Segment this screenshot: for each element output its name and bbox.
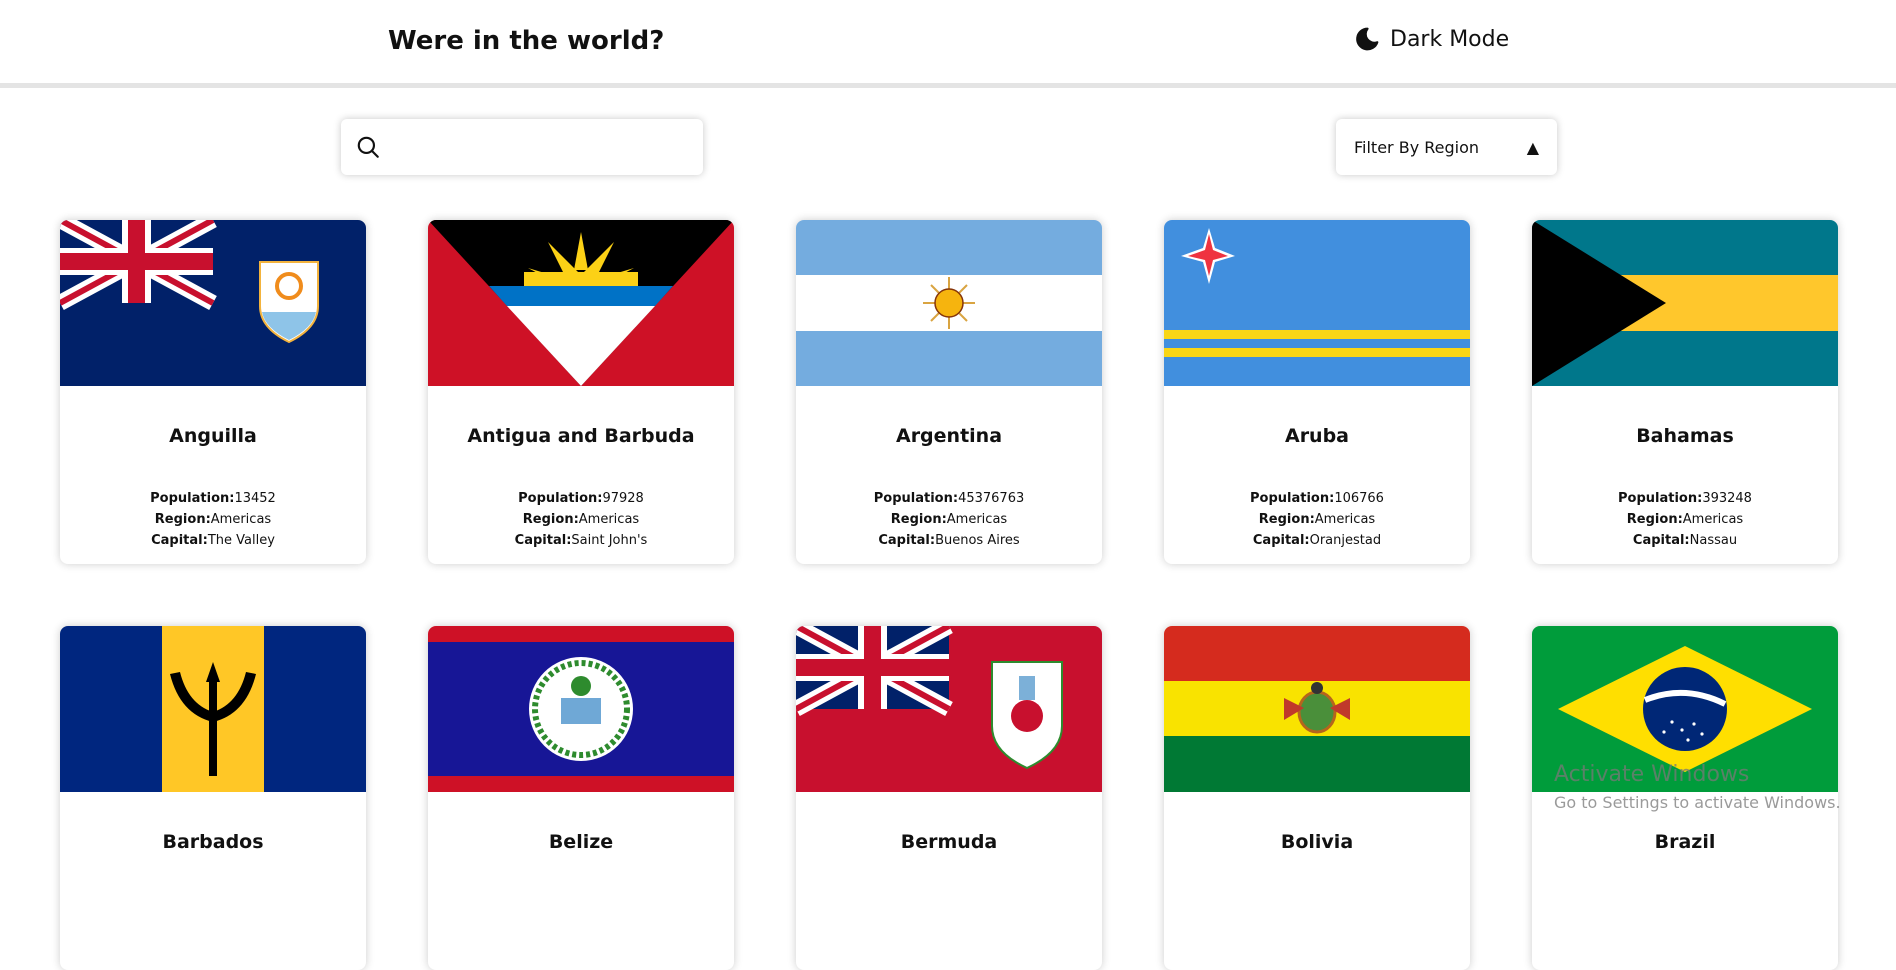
capital-value: Oranjestad bbox=[1309, 533, 1382, 548]
population-label: Population: bbox=[1618, 491, 1703, 506]
country-info: Population:97928 Region:Americas Capital… bbox=[428, 488, 734, 551]
population-label: Population: bbox=[150, 491, 235, 506]
region-value: Americas bbox=[210, 512, 272, 527]
population-value: 106766 bbox=[1334, 491, 1384, 506]
antigua-and-barbuda-flag-icon bbox=[428, 220, 734, 386]
country-name: Aruba bbox=[1284, 425, 1350, 447]
moon-icon bbox=[1356, 27, 1379, 51]
country-name: Anguilla bbox=[169, 425, 257, 447]
country-info: Population:45376763 Region:Americas Capi… bbox=[796, 488, 1102, 551]
country-card-bermuda[interactable]: Bermuda bbox=[796, 626, 1102, 970]
app-header: Were in the world? Dark Mode bbox=[0, 0, 1896, 88]
country-name: Bahamas bbox=[1636, 425, 1734, 447]
country-name: Brazil bbox=[1654, 831, 1716, 853]
capital-label: Capital: bbox=[514, 533, 572, 548]
bahamas-flag-icon bbox=[1532, 220, 1838, 386]
population-label: Population: bbox=[1250, 491, 1335, 506]
country-card-brazil[interactable]: Brazil bbox=[1532, 626, 1838, 970]
page-title: Were in the world? bbox=[388, 26, 665, 56]
capital-value: The Valley bbox=[207, 533, 275, 548]
country-card-bolivia[interactable]: Bolivia bbox=[1164, 626, 1470, 970]
region-label: Region: bbox=[890, 512, 947, 527]
population-value: 45376763 bbox=[958, 491, 1025, 506]
capital-value: Saint John's bbox=[571, 533, 648, 548]
region-label: Region: bbox=[1626, 512, 1683, 527]
region-value: Americas bbox=[578, 512, 640, 527]
barbados-flag-icon bbox=[60, 626, 366, 792]
population-value: 13452 bbox=[234, 491, 276, 506]
country-name: Argentina bbox=[895, 425, 1003, 447]
bermuda-flag-icon bbox=[796, 626, 1102, 792]
country-card-bahamas[interactable]: Bahamas Population:393248 Region:America… bbox=[1532, 220, 1838, 564]
bolivia-flag-icon bbox=[1164, 626, 1470, 792]
region-value: Americas bbox=[946, 512, 1008, 527]
search-input[interactable] bbox=[391, 119, 703, 175]
population-label: Population: bbox=[518, 491, 603, 506]
region-filter-dropdown[interactable]: Filter By Region ▲ bbox=[1336, 119, 1557, 175]
country-card-antigua-and-barbuda[interactable]: Antigua and Barbuda Population:97928 Reg… bbox=[428, 220, 734, 564]
region-label: Region: bbox=[1258, 512, 1315, 527]
country-card-barbados[interactable]: Barbados bbox=[60, 626, 366, 970]
population-value: 97928 bbox=[602, 491, 644, 506]
country-name: Bermuda bbox=[900, 831, 998, 853]
search-icon bbox=[357, 136, 379, 158]
aruba-flag-icon bbox=[1164, 220, 1470, 386]
anguilla-flag-icon bbox=[60, 220, 366, 386]
region-value: Americas bbox=[1682, 512, 1744, 527]
country-info: Population:106766 Region:Americas Capita… bbox=[1164, 488, 1470, 551]
country-name: Belize bbox=[548, 831, 614, 853]
country-card-argentina[interactable]: Argentina Population:45376763 Region:Ame… bbox=[796, 220, 1102, 564]
country-name: Barbados bbox=[162, 831, 264, 853]
country-name: Antigua and Barbuda bbox=[467, 425, 695, 447]
country-info: Population:13452 Region:Americas Capital… bbox=[60, 488, 366, 551]
brazil-flag-icon bbox=[1532, 626, 1838, 792]
country-name: Bolivia bbox=[1280, 831, 1354, 853]
region-label: Region: bbox=[154, 512, 211, 527]
capital-label: Capital: bbox=[1252, 533, 1310, 548]
search-box[interactable] bbox=[341, 119, 703, 175]
region-filter-label: Filter By Region bbox=[1354, 137, 1480, 157]
country-card-anguilla[interactable]: Anguilla Population:13452 Region:America… bbox=[60, 220, 366, 564]
capital-label: Capital: bbox=[1632, 533, 1690, 548]
argentina-flag-icon bbox=[796, 220, 1102, 386]
country-card-belize[interactable]: Belize bbox=[428, 626, 734, 970]
region-label: Region: bbox=[522, 512, 579, 527]
population-label: Population: bbox=[873, 491, 959, 506]
capital-label: Capital: bbox=[151, 533, 208, 548]
belize-flag-icon bbox=[428, 626, 734, 792]
population-value: 393248 bbox=[1702, 491, 1752, 506]
capital-label: Capital: bbox=[878, 533, 936, 548]
region-value: Americas bbox=[1314, 512, 1376, 527]
capital-value: Buenos Aires bbox=[935, 533, 1020, 548]
caret-up-icon: ▲ bbox=[1526, 137, 1539, 157]
dark-mode-label: Dark Mode bbox=[1390, 26, 1510, 52]
country-info: Population:393248 Region:Americas Capita… bbox=[1532, 488, 1838, 551]
dark-mode-toggle[interactable]: Dark Mode bbox=[1354, 26, 1509, 52]
country-card-aruba[interactable]: Aruba Population:106766 Region:Americas … bbox=[1164, 220, 1470, 564]
capital-value: Nassau bbox=[1689, 533, 1738, 548]
